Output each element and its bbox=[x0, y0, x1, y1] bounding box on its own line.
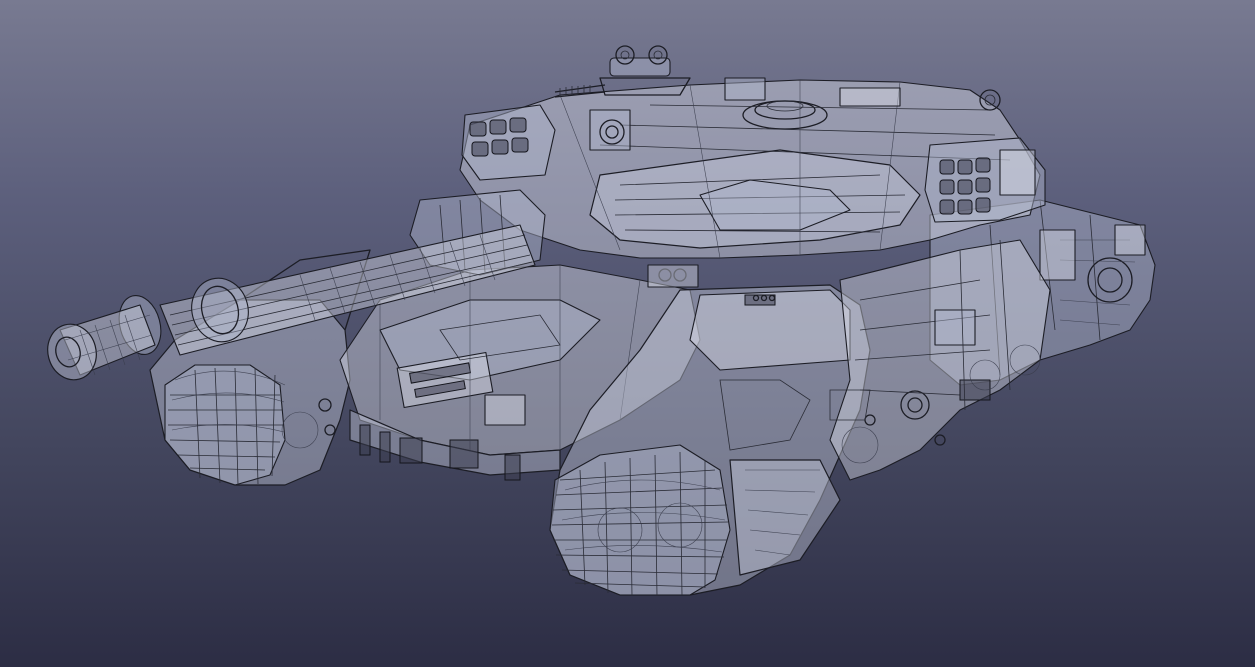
rocket-pod-left bbox=[461, 104, 556, 181]
3d-viewport[interactable] bbox=[0, 0, 1255, 667]
rocket-pod-right bbox=[924, 137, 1046, 223]
hull-side bbox=[829, 239, 1051, 481]
tank-model[interactable] bbox=[0, 0, 1255, 667]
